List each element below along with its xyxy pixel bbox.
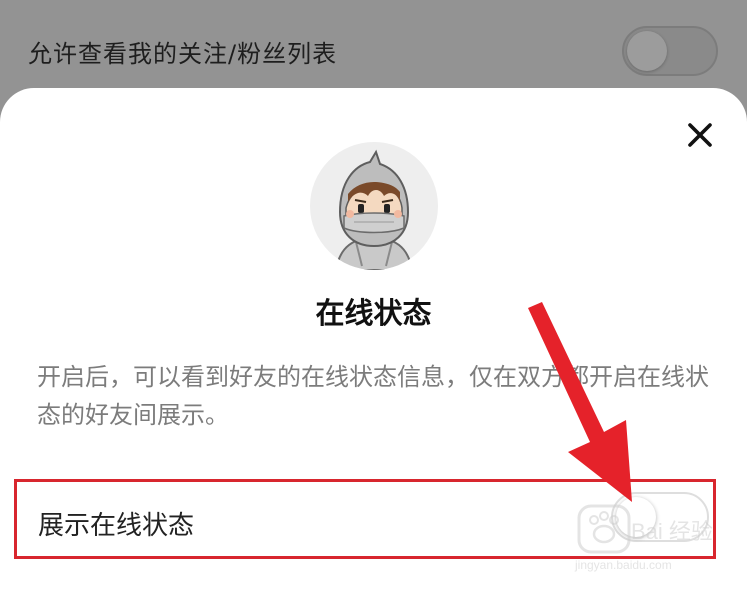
show-online-status-toggle[interactable]	[611, 492, 709, 542]
toggle-knob	[627, 31, 667, 71]
background-setting-row: 允许查看我的关注/粉丝列表	[0, 0, 747, 100]
show-online-status-label: 展示在线状态	[38, 511, 195, 541]
ninja-avatar-icon	[310, 142, 438, 270]
follow-list-visibility-label: 允许查看我的关注/粉丝列表	[28, 40, 338, 68]
toggle-knob	[616, 497, 656, 537]
dialog-description: 开启后，可以看到好友的在线状态信息，仅在双方都开启在线状态的好友间展示。	[37, 363, 709, 429]
close-icon[interactable]	[683, 118, 717, 152]
follow-list-visibility-toggle[interactable]	[622, 26, 718, 76]
dialog-title: 在线状态	[315, 296, 432, 330]
